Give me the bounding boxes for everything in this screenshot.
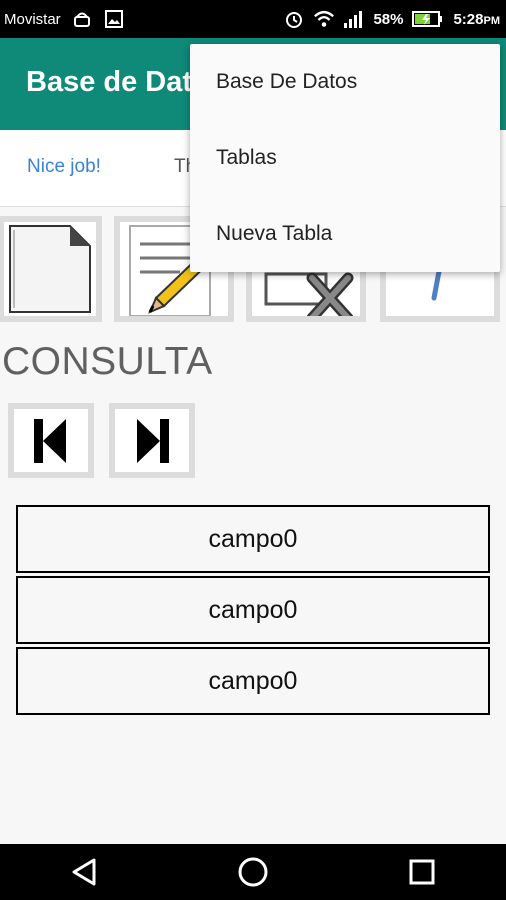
field-0[interactable]: campo0: [16, 505, 490, 573]
back-icon: [72, 858, 96, 886]
overflow-menu: Base De Datos Tablas Nueva Tabla: [190, 44, 500, 272]
image-icon: [103, 8, 125, 30]
previous-record-icon: [14, 409, 88, 472]
home-icon: [238, 857, 268, 887]
clock: 5:28PM: [453, 10, 500, 28]
battery-percent: 58%: [373, 10, 404, 28]
document-icon: [4, 222, 96, 316]
document-button[interactable]: [0, 216, 102, 322]
carrier-label: Movistar: [4, 10, 61, 28]
signal-icon: [343, 8, 365, 30]
android-icon: [71, 8, 93, 30]
ad-text: Nice job!: [27, 156, 101, 177]
previous-record-button[interactable]: [8, 403, 94, 478]
wifi-icon: [313, 8, 335, 30]
battery-charging-icon: [411, 8, 445, 30]
recents-icon: [409, 859, 435, 885]
recents-button[interactable]: [392, 844, 452, 900]
field-2[interactable]: campo0: [16, 647, 490, 715]
system-navigation-bar: [0, 844, 506, 900]
home-button[interactable]: [223, 844, 283, 900]
back-button[interactable]: [54, 844, 114, 900]
menu-item-nueva-tabla[interactable]: Nueva Tabla: [190, 196, 500, 272]
menu-item-tablas[interactable]: Tablas: [190, 120, 500, 196]
next-record-button[interactable]: [109, 403, 195, 478]
section-title: CONSULTA: [2, 340, 213, 383]
status-bar: Movistar 58% 5:28PM: [0, 0, 506, 38]
next-record-icon: [115, 409, 189, 472]
field-1[interactable]: campo0: [16, 576, 490, 644]
alarm-icon: [283, 8, 305, 30]
menu-item-base-de-datos[interactable]: Base De Datos: [190, 44, 500, 120]
